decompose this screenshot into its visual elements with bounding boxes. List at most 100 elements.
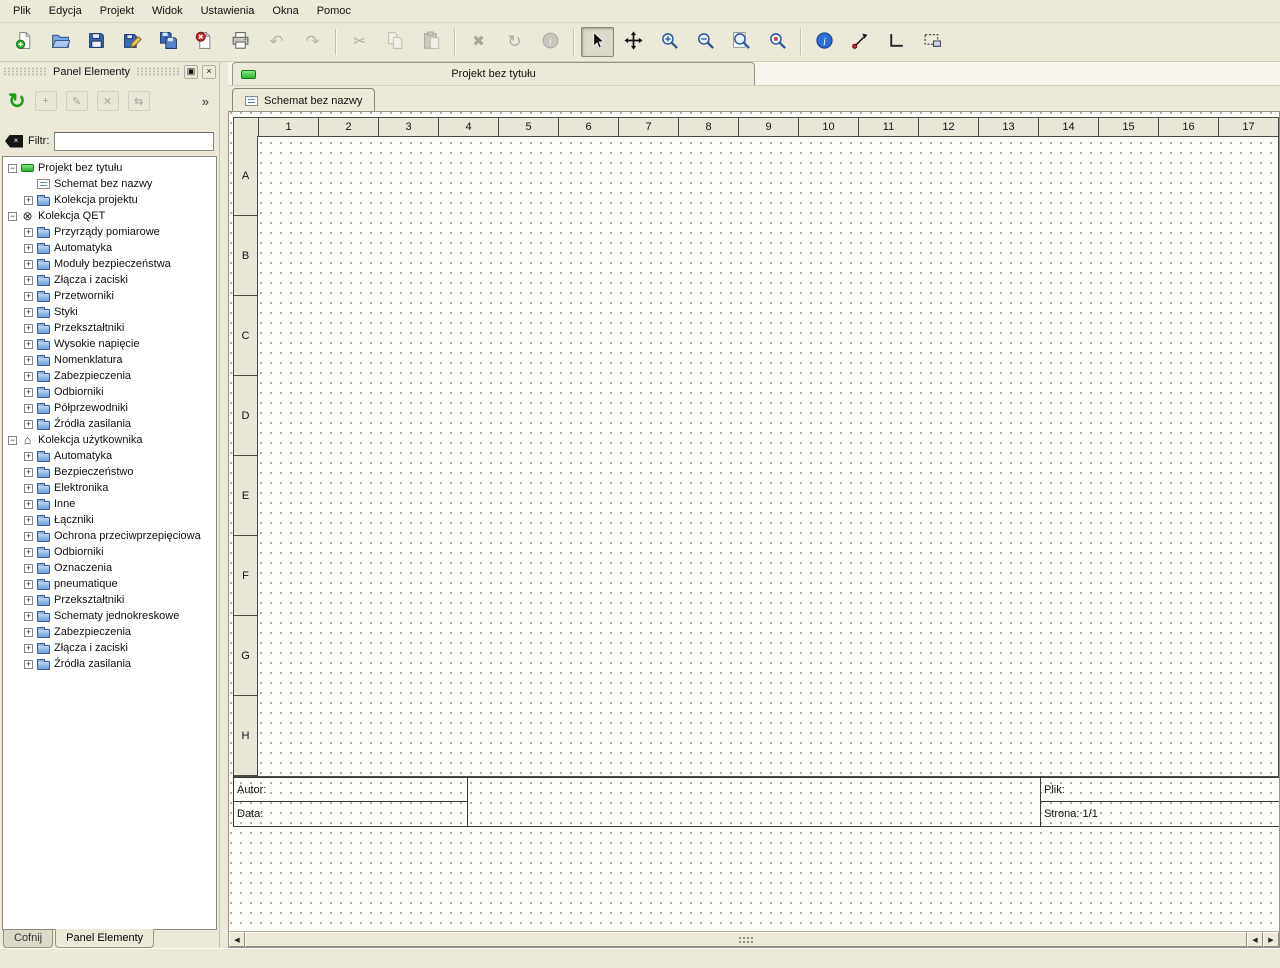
expand-icon[interactable]: + xyxy=(24,580,33,589)
panel-tab-panel-elementy[interactable]: Panel Elementy xyxy=(55,929,154,948)
select-rect-button[interactable] xyxy=(916,27,949,57)
scrollbar-thumb[interactable] xyxy=(245,932,1247,947)
collapse-icon[interactable]: − xyxy=(8,212,17,221)
scroll-right-arrow[interactable]: ▶ xyxy=(1263,932,1279,947)
menu-item-4[interactable]: Widok xyxy=(143,1,192,21)
expand-icon[interactable]: + xyxy=(24,452,33,461)
expand-icon[interactable]: + xyxy=(24,228,33,237)
tree-item-automatyka[interactable]: +Automatyka xyxy=(3,448,216,464)
tree-item-półprzewodniki[interactable]: +Półprzewodniki xyxy=(3,400,216,416)
diagram-canvas[interactable]: 1234567891011121314151617 ABCDEFGH Autor… xyxy=(229,112,1279,931)
save-button[interactable] xyxy=(80,27,113,57)
expand-icon[interactable]: + xyxy=(24,596,33,605)
menu-item-2[interactable]: Edycja xyxy=(40,1,91,21)
new-document-button[interactable] xyxy=(8,27,41,57)
delete-element-button[interactable]: ✕ xyxy=(97,91,119,111)
clear-filter-icon[interactable]: × xyxy=(5,135,23,148)
filter-input[interactable] xyxy=(54,132,214,151)
tree-item-nomenklatura[interactable]: +Nomenklatura xyxy=(3,352,216,368)
undo-button[interactable]: ↶ xyxy=(260,27,293,57)
edit-element-button[interactable]: ✎ xyxy=(66,91,88,111)
tree-item-źródła-zasilania[interactable]: +Źródła zasilania xyxy=(3,416,216,432)
expand-icon[interactable]: + xyxy=(24,532,33,541)
tree-item-przekształtniki[interactable]: +Przekształtniki xyxy=(3,592,216,608)
tree-item-wysokie-napięcie[interactable]: +Wysokie napięcie xyxy=(3,336,216,352)
tree-item-projekt-bez-tytułu[interactable]: −Projekt bez tytułu xyxy=(3,160,216,176)
tree-item-inne[interactable]: +Inne xyxy=(3,496,216,512)
elements-panel-titlebar[interactable]: Panel Elementy ▣ × xyxy=(0,62,219,81)
tree-item-łączniki[interactable]: +Łączniki xyxy=(3,512,216,528)
delete-button[interactable]: ✖ xyxy=(462,27,495,57)
panel-grip[interactable] xyxy=(3,67,47,76)
tree-item-przyrządy-pomiarowe[interactable]: +Przyrządy pomiarowe xyxy=(3,224,216,240)
scroll-left-arrow-2[interactable]: ◀ xyxy=(1247,932,1263,947)
zoom-in-button[interactable] xyxy=(653,27,686,57)
expand-icon[interactable]: + xyxy=(24,660,33,669)
tree-item-ochrona-przeciwprzepięciowa[interactable]: +Ochrona przeciwprzepięciowa xyxy=(3,528,216,544)
copy-button[interactable] xyxy=(379,27,412,57)
panel-float-button[interactable]: ▣ xyxy=(184,65,198,79)
tree-item-kolekcja-użytkownika[interactable]: −⌂Kolekcja użytkownika xyxy=(3,432,216,448)
expand-icon[interactable]: + xyxy=(24,292,33,301)
expand-icon[interactable]: + xyxy=(24,276,33,285)
tree-item-bezpieczeństwo[interactable]: +Bezpieczeństwo xyxy=(3,464,216,480)
tree-item-zabezpieczenia[interactable]: +Zabezpieczenia xyxy=(3,624,216,640)
expand-icon[interactable]: + xyxy=(24,628,33,637)
panel-grip[interactable] xyxy=(136,67,180,76)
expand-icon[interactable]: + xyxy=(24,500,33,509)
paste-button[interactable] xyxy=(415,27,448,57)
tree-item-odbiorniki[interactable]: +Odbiorniki xyxy=(3,544,216,560)
zoom-content-button[interactable] xyxy=(761,27,794,57)
expand-icon[interactable]: + xyxy=(24,468,33,477)
expand-icon[interactable]: + xyxy=(24,260,33,269)
tree-item-złącza-i-zaciski[interactable]: +Złącza i zaciski xyxy=(3,640,216,656)
print-button[interactable] xyxy=(224,27,257,57)
corner-tool-button[interactable] xyxy=(880,27,913,57)
redo-button[interactable]: ↷ xyxy=(296,27,329,57)
tree-item-pneumatique[interactable]: +pneumatique xyxy=(3,576,216,592)
tree-item-kolekcja-projektu[interactable]: +Kolekcja projektu xyxy=(3,192,216,208)
expand-icon[interactable]: + xyxy=(24,644,33,653)
save-all-button[interactable] xyxy=(152,27,185,57)
move-tool-button[interactable] xyxy=(617,27,650,57)
expand-icon[interactable]: + xyxy=(24,516,33,525)
tree-item-kolekcja-qet[interactable]: −⊗Kolekcja QET xyxy=(3,208,216,224)
reload-collections-button[interactable]: ↻ xyxy=(8,91,26,112)
expand-icon[interactable]: + xyxy=(24,244,33,253)
scroll-left-arrow[interactable]: ◀ xyxy=(229,932,245,947)
diagram-info-button[interactable]: i xyxy=(808,27,841,57)
close-file-button[interactable] xyxy=(188,27,221,57)
new-element-button[interactable]: + xyxy=(35,91,57,111)
tree-item-przetworniki[interactable]: +Przetworniki xyxy=(3,288,216,304)
expand-icon[interactable]: + xyxy=(24,420,33,429)
expand-icon[interactable]: + xyxy=(24,388,33,397)
menu-item-5[interactable]: Ustawienia xyxy=(192,1,264,21)
zoom-fit-button[interactable] xyxy=(725,27,758,57)
add-conductor-button[interactable] xyxy=(844,27,877,57)
expand-icon[interactable]: + xyxy=(24,484,33,493)
expand-icon[interactable]: + xyxy=(24,612,33,621)
cut-button[interactable]: ✂ xyxy=(343,27,376,57)
tree-item-styki[interactable]: +Styki xyxy=(3,304,216,320)
expand-icon[interactable]: + xyxy=(24,308,33,317)
expand-icon[interactable]: + xyxy=(24,372,33,381)
expand-icon[interactable]: + xyxy=(24,340,33,349)
expand-icon[interactable]: + xyxy=(24,564,33,573)
horizontal-scrollbar[interactable]: ◀ ◀ ▶ xyxy=(229,931,1279,947)
tree-item-oznaczenia[interactable]: +Oznaczenia xyxy=(3,560,216,576)
panel-tab-cofnij[interactable]: Cofnij xyxy=(3,930,53,948)
expand-icon[interactable]: + xyxy=(24,548,33,557)
expand-icon[interactable]: + xyxy=(24,324,33,333)
menu-item-7[interactable]: Pomoc xyxy=(308,1,360,21)
rotate-button[interactable]: ↻ xyxy=(498,27,531,57)
tree-item-elektronika[interactable]: +Elektronika xyxy=(3,480,216,496)
expand-icon[interactable]: + xyxy=(24,404,33,413)
tree-item-źródła-zasilania[interactable]: +Źródła zasilania xyxy=(3,656,216,672)
tree-item-automatyka[interactable]: +Automatyka xyxy=(3,240,216,256)
tree-item-przekształtniki[interactable]: +Przekształtniki xyxy=(3,320,216,336)
menu-item-6[interactable]: Okna xyxy=(263,1,307,21)
tree-item-odbiorniki[interactable]: +Odbiorniki xyxy=(3,384,216,400)
menu-item-3[interactable]: Projekt xyxy=(91,1,143,21)
diagram-tab[interactable]: Schemat bez nazwy xyxy=(232,88,375,112)
tree-item-schematy-jednokreskowe[interactable]: +Schematy jednokreskowe xyxy=(3,608,216,624)
